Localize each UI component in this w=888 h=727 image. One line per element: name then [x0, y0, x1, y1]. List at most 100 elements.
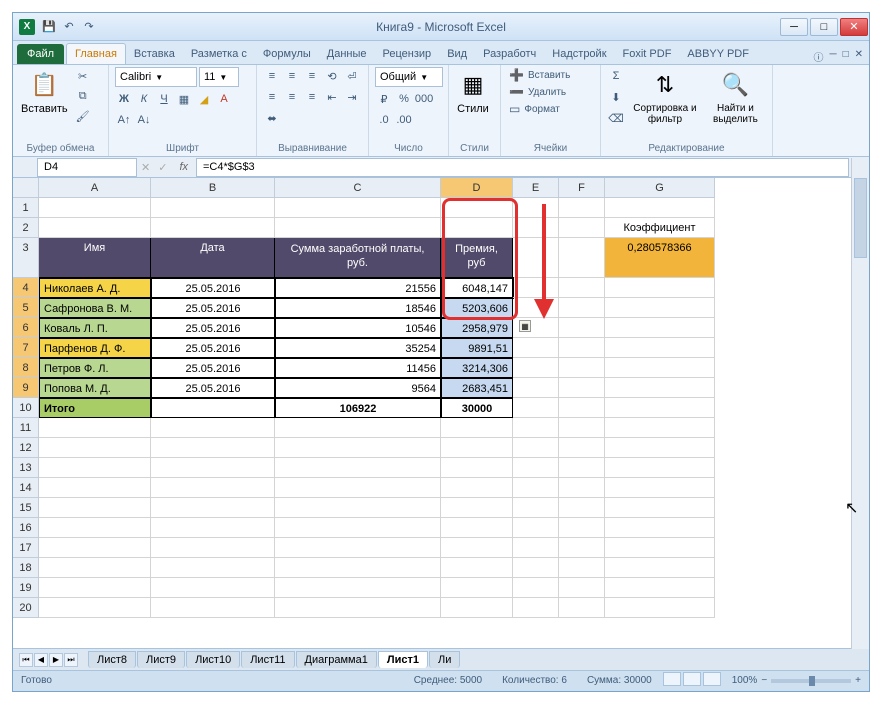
cell[interactable]: [39, 498, 151, 518]
sheet-tab[interactable]: Лист8: [88, 651, 136, 668]
cell[interactable]: [441, 598, 513, 618]
cell[interactable]: [559, 478, 605, 498]
cell[interactable]: [559, 518, 605, 538]
name-cell[interactable]: Коваль Л. П.: [39, 318, 151, 338]
zoom-level[interactable]: 100%: [732, 675, 758, 686]
cell[interactable]: [275, 598, 441, 618]
maximize-button[interactable]: □: [810, 18, 838, 36]
row-header[interactable]: 16: [13, 518, 39, 538]
styles-button[interactable]: ▦ Стили: [455, 67, 491, 117]
cell[interactable]: [39, 418, 151, 438]
row-header[interactable]: 5: [13, 298, 39, 318]
cell[interactable]: [605, 438, 715, 458]
mdi-minimize-icon[interactable]: ─: [829, 49, 836, 64]
minimize-button[interactable]: ─: [780, 18, 808, 36]
total-sum[interactable]: 106922: [275, 398, 441, 418]
redo-icon[interactable]: ↷: [81, 19, 97, 35]
ribbon-tab[interactable]: Формулы: [255, 44, 319, 64]
row-header[interactable]: 11: [13, 418, 39, 438]
cut-icon[interactable]: ✂: [74, 67, 92, 85]
cell[interactable]: [151, 438, 275, 458]
sheet-tab[interactable]: Ли: [429, 651, 460, 668]
premium-cell[interactable]: 9891,51: [441, 338, 513, 358]
font-color-icon[interactable]: A: [215, 90, 233, 108]
mdi-close-icon[interactable]: ✕: [855, 49, 863, 64]
cell[interactable]: [151, 558, 275, 578]
cell[interactable]: [559, 558, 605, 578]
autofill-options-icon[interactable]: ▦: [519, 320, 531, 332]
cell[interactable]: [513, 438, 559, 458]
cell[interactable]: [441, 538, 513, 558]
font-size-combo[interactable]: 11▼: [199, 67, 239, 87]
table-header[interactable]: Дата: [151, 238, 275, 278]
align-left-icon[interactable]: ≡: [263, 88, 281, 106]
row-header[interactable]: 3: [13, 238, 39, 278]
cell[interactable]: [559, 218, 605, 238]
cell[interactable]: [559, 438, 605, 458]
font-name-combo[interactable]: Calibri▼: [115, 67, 197, 87]
column-header[interactable]: F: [559, 178, 605, 198]
cell[interactable]: [275, 578, 441, 598]
cell[interactable]: [559, 378, 605, 398]
cell[interactable]: [39, 478, 151, 498]
file-tab[interactable]: Файл: [17, 44, 64, 64]
cell[interactable]: [559, 298, 605, 318]
cell[interactable]: [151, 578, 275, 598]
sheet-tab[interactable]: Лист10: [186, 651, 240, 668]
cell[interactable]: [275, 498, 441, 518]
format-painter-icon[interactable]: 🖌: [74, 107, 92, 125]
bold-icon[interactable]: Ж: [115, 90, 133, 108]
cell[interactable]: [559, 498, 605, 518]
align-bottom-icon[interactable]: ≡: [303, 67, 321, 85]
align-right-icon[interactable]: ≡: [303, 88, 321, 106]
row-header[interactable]: 10: [13, 398, 39, 418]
cell[interactable]: [513, 338, 559, 358]
help-icon[interactable]: ⓘ: [813, 49, 823, 64]
delete-cells-button[interactable]: ➖Удалить: [507, 84, 568, 100]
cell[interactable]: [151, 398, 275, 418]
date-cell[interactable]: 25.05.2016: [151, 358, 275, 378]
cell[interactable]: [151, 478, 275, 498]
premium-cell[interactable]: 2958,979: [441, 318, 513, 338]
column-header[interactable]: D: [441, 178, 513, 198]
cell[interactable]: [39, 538, 151, 558]
cell[interactable]: [275, 438, 441, 458]
wrap-text-icon[interactable]: ⏎: [343, 67, 361, 85]
cell[interactable]: [441, 478, 513, 498]
fx-icon[interactable]: fx: [179, 161, 188, 173]
cell[interactable]: [513, 598, 559, 618]
row-header[interactable]: 1: [13, 198, 39, 218]
merge-icon[interactable]: ⬌: [263, 109, 281, 127]
ribbon-tab[interactable]: ABBYY PDF: [679, 44, 757, 64]
cell[interactable]: [559, 458, 605, 478]
column-header[interactable]: E: [513, 178, 559, 198]
table-header[interactable]: Премия, руб: [441, 238, 513, 278]
cell[interactable]: [39, 598, 151, 618]
date-cell[interactable]: 25.05.2016: [151, 278, 275, 298]
zoom-out-icon[interactable]: −: [761, 675, 767, 686]
cell[interactable]: [151, 538, 275, 558]
cell[interactable]: [151, 518, 275, 538]
sort-filter-button[interactable]: ⇅ Сортировка и фильтр: [629, 67, 701, 127]
cell[interactable]: [559, 418, 605, 438]
zoom-slider[interactable]: [771, 679, 851, 683]
cell[interactable]: [513, 578, 559, 598]
cell[interactable]: [275, 458, 441, 478]
cell[interactable]: [513, 358, 559, 378]
name-cell[interactable]: Попова М. Д.: [39, 378, 151, 398]
cell[interactable]: [275, 198, 441, 218]
formula-bar[interactable]: =C4*$G$3: [196, 158, 849, 177]
cell[interactable]: [559, 338, 605, 358]
cell[interactable]: [275, 478, 441, 498]
row-header[interactable]: 9: [13, 378, 39, 398]
date-cell[interactable]: 25.05.2016: [151, 298, 275, 318]
border-icon[interactable]: ▦: [175, 90, 193, 108]
sum-cell[interactable]: 9564: [275, 378, 441, 398]
format-cells-button[interactable]: ▭Формат: [507, 101, 562, 117]
cell[interactable]: [513, 298, 559, 318]
insert-cells-button[interactable]: ➕Вставить: [507, 67, 572, 83]
cell[interactable]: [605, 418, 715, 438]
cell[interactable]: [513, 198, 559, 218]
cell[interactable]: [441, 438, 513, 458]
cancel-formula-icon[interactable]: ✕: [141, 161, 150, 174]
